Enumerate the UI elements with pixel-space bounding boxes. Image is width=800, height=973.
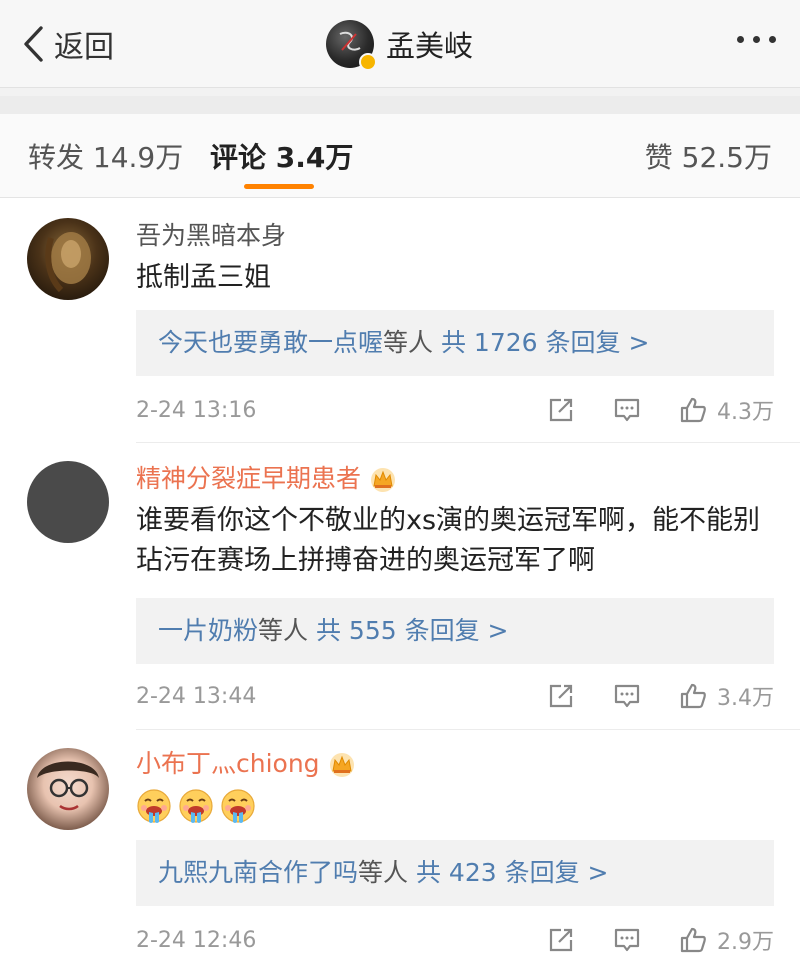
comment-actions: 3.4万 bbox=[547, 680, 774, 712]
comment-actions: 4.3万 bbox=[547, 394, 774, 426]
reply-count-link[interactable]: 共 423 条回复 > bbox=[416, 858, 609, 887]
reply-users-suffix: 等人 bbox=[383, 328, 434, 357]
drooling-emoji-icon bbox=[137, 789, 171, 823]
reply-count-link[interactable]: 共 1726 条回复 > bbox=[441, 328, 649, 357]
username-text[interactable]: 吾为黑暗本身 bbox=[136, 220, 286, 252]
avatar[interactable] bbox=[27, 461, 109, 543]
verified-badge-icon bbox=[359, 53, 377, 71]
thumbs-up-icon[interactable] bbox=[679, 396, 707, 424]
page-title: 孟美岐 bbox=[386, 29, 474, 63]
reply-users-suffix: 等人 bbox=[358, 858, 409, 887]
share-icon[interactable] bbox=[547, 682, 575, 710]
drooling-emoji-icon bbox=[221, 789, 255, 823]
share-icon[interactable] bbox=[547, 926, 575, 954]
reply-preview-box[interactable]: 一片奶粉等人 共 555 条回复 > bbox=[136, 598, 774, 664]
comment-list: 吾为黑暗本身 抵制孟三姐 今天也要勇敢一点喔等人 共 1726 条回复 > 2-… bbox=[0, 198, 800, 973]
reply-users-link[interactable]: 九熙九南合作了吗 bbox=[158, 858, 358, 887]
username-text[interactable]: 小布丁灬chiong bbox=[136, 748, 320, 780]
girl-avatar-image bbox=[37, 761, 99, 811]
lion-avatar-image bbox=[45, 232, 91, 293]
nav-profile[interactable]: 孟美岐 bbox=[326, 18, 474, 71]
back-button[interactable]: 返回 bbox=[22, 22, 114, 66]
avatar[interactable] bbox=[27, 748, 109, 830]
comment-meta: 2-24 12:46 2.9万 bbox=[136, 922, 774, 958]
reply-count-link[interactable]: 共 555 条回复 > bbox=[316, 616, 509, 645]
nav-avatar[interactable] bbox=[326, 20, 377, 71]
comment-timestamp: 2-24 13:44 bbox=[136, 683, 257, 709]
tab-comment[interactable]: 评论 3.4万 bbox=[210, 136, 353, 176]
crown-icon bbox=[371, 468, 396, 492]
tab-like[interactable]: 赞 52.5万 bbox=[645, 136, 772, 176]
divider bbox=[136, 729, 800, 730]
comment-icon[interactable] bbox=[613, 396, 641, 424]
comment-username[interactable]: 精神分裂症早期患者 bbox=[136, 463, 776, 495]
reply-preview-box[interactable]: 今天也要勇敢一点喔等人 共 1726 条回复 > bbox=[136, 310, 774, 376]
thumbs-up-icon[interactable] bbox=[679, 926, 707, 954]
tab-repost[interactable]: 转发 14.9万 bbox=[28, 136, 183, 176]
comment-text: 抵制孟三姐 bbox=[136, 262, 271, 293]
comment-timestamp: 2-24 12:46 bbox=[136, 927, 257, 953]
comment-actions: 2.9万 bbox=[547, 924, 774, 956]
emoji-row bbox=[136, 788, 776, 824]
thumbs-up-icon[interactable] bbox=[679, 682, 707, 710]
tab-bar: 转发 14.9万 评论 3.4万 赞 52.5万 bbox=[0, 114, 800, 198]
back-label: 返回 bbox=[54, 30, 114, 65]
drooling-emoji-icon bbox=[179, 789, 213, 823]
crown-icon bbox=[329, 753, 354, 777]
active-tab-indicator bbox=[244, 184, 314, 189]
comment-meta: 2-24 13:44 3.4万 bbox=[136, 678, 774, 714]
like-count: 4.3万 bbox=[717, 400, 774, 425]
top-nav-bar: 返回 孟美岐 bbox=[0, 0, 800, 88]
comment-username[interactable]: 吾为黑暗本身 bbox=[136, 220, 776, 252]
share-icon[interactable] bbox=[547, 396, 575, 424]
divider bbox=[136, 442, 800, 443]
comment-meta: 2-24 13:16 4.3万 bbox=[136, 392, 774, 428]
chevron-left-icon bbox=[24, 26, 43, 62]
comment-icon[interactable] bbox=[613, 926, 641, 954]
comment-text: 谁要看你这个不敬业的xs演的奥运冠军啊，能不能别玷污在赛场上拼搏奋进的奥运冠军了… bbox=[136, 505, 761, 576]
more-dots-icon[interactable] bbox=[737, 36, 776, 43]
like-count: 3.4万 bbox=[717, 686, 774, 711]
comment-timestamp: 2-24 13:16 bbox=[136, 397, 257, 423]
reply-users-link[interactable]: 一片奶粉 bbox=[158, 616, 258, 645]
section-divider bbox=[0, 96, 800, 114]
reply-users-link[interactable]: 今天也要勇敢一点喔 bbox=[158, 328, 383, 357]
comment-username[interactable]: 小布丁灬chiong bbox=[136, 748, 776, 780]
calligraphy-avatar-art-icon bbox=[339, 31, 361, 51]
reply-users-suffix: 等人 bbox=[258, 616, 309, 645]
like-count: 2.9万 bbox=[717, 930, 774, 955]
username-text[interactable]: 精神分裂症早期患者 bbox=[136, 463, 361, 495]
avatar[interactable] bbox=[27, 218, 109, 300]
reply-preview-box[interactable]: 九熙九南合作了吗等人 共 423 条回复 > bbox=[136, 840, 774, 906]
comment-icon[interactable] bbox=[613, 682, 641, 710]
